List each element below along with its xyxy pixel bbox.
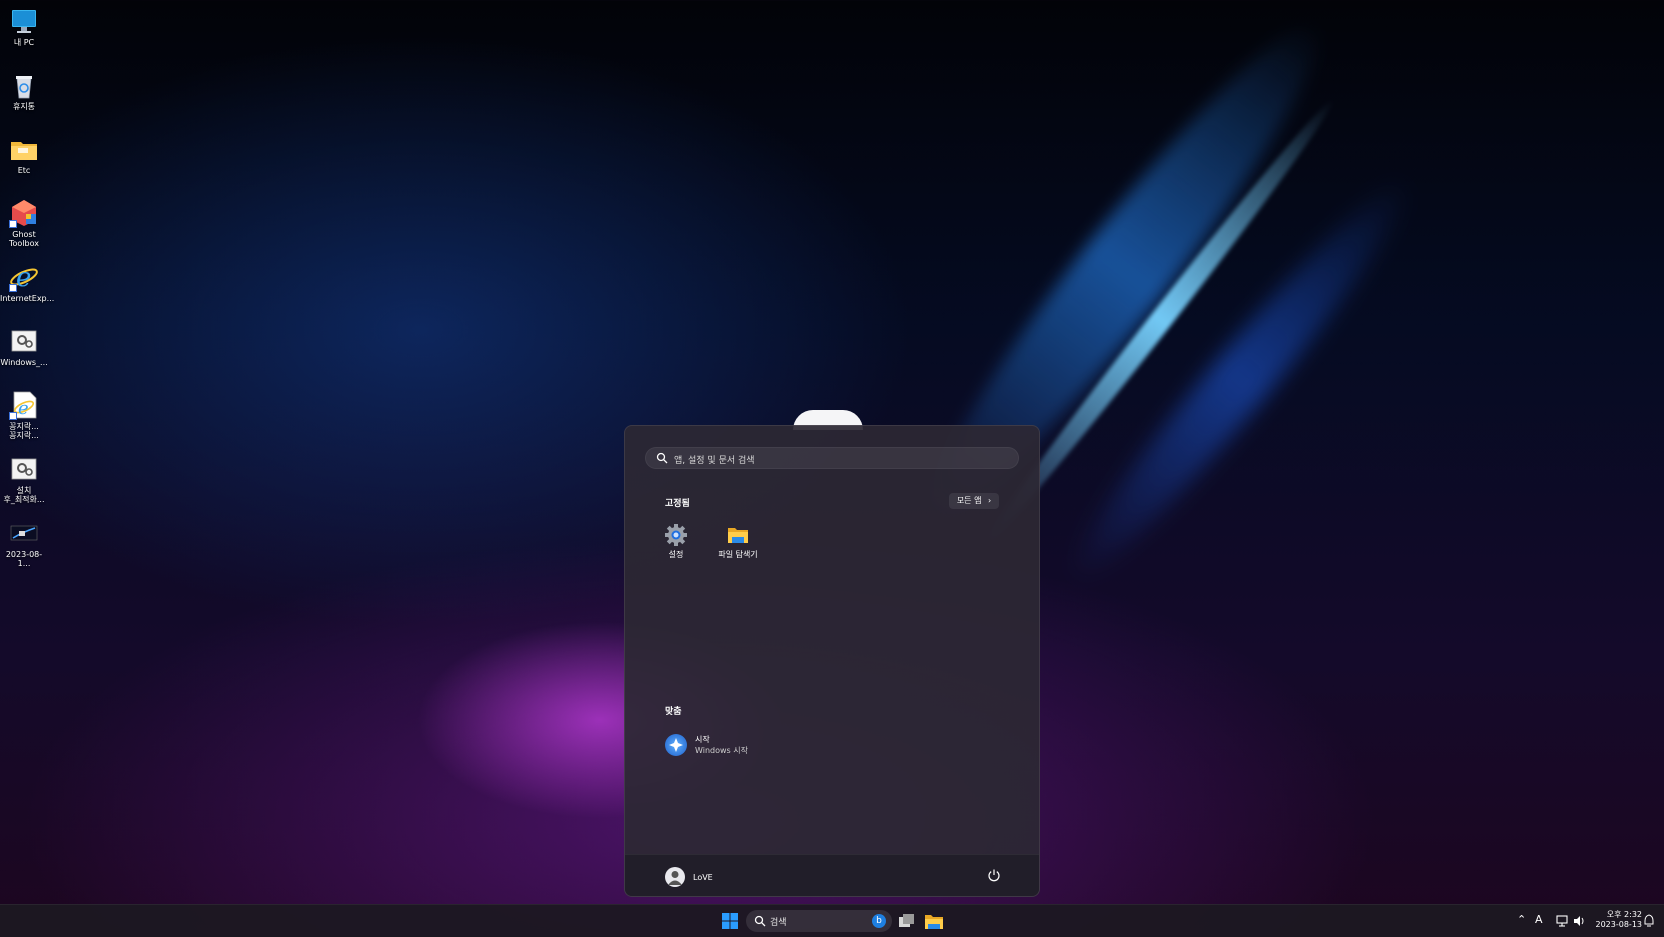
settings-script-icon	[9, 454, 39, 484]
ie-shortcut-icon: e	[9, 390, 39, 420]
search-icon	[656, 452, 668, 464]
desktop-icon-label: 내 PC	[13, 38, 35, 47]
taskbar-search-placeholder: 검색	[770, 918, 787, 928]
file-explorer-icon	[925, 915, 943, 929]
ghost-toolbox-icon	[9, 198, 39, 228]
folder-icon	[9, 134, 39, 164]
all-apps-button[interactable]: 모든 앱 ›	[949, 493, 999, 509]
desktop-icon-etc[interactable]: Etc	[0, 128, 48, 175]
desktop-icon-ie-shortcut[interactable]: e 꽁지락... 꽁지락...	[0, 384, 48, 440]
taskbar-search-box[interactable]: 검색 b	[746, 910, 892, 932]
taskbar-clock[interactable]: 오후 2:32 2023-08-13	[1590, 910, 1643, 930]
taskbar: 검색 b ⌃ A 오후 2:32 2023-08-13	[0, 904, 1664, 937]
desktop-icon-label: 2023-08-1...	[5, 550, 43, 568]
shortcut-arrow-icon	[9, 412, 17, 420]
monitor-icon	[9, 6, 39, 36]
recommended-item-get-started[interactable]: 시작 Windows 시작	[665, 732, 865, 756]
task-view-icon	[899, 914, 914, 927]
internet-explorer-icon: e	[9, 262, 39, 293]
wallpaper-light-streak	[1049, 161, 1431, 599]
start-search-placeholder: 앱, 설정 및 문서 검색	[674, 456, 755, 466]
pinned-app-label: 파일 탐색기	[718, 550, 758, 559]
start-menu: 앱, 설정 및 문서 검색 고정됨 모든 앱 › 설정 파일 탐색기 맞춤 시작…	[624, 425, 1040, 897]
volume-icon[interactable]	[1572, 914, 1586, 928]
svg-text:e: e	[18, 398, 29, 419]
pinned-app-file-explorer[interactable]: 파일 탐색기	[708, 524, 768, 560]
network-icon[interactable]	[1555, 914, 1569, 928]
power-icon[interactable]	[987, 868, 1001, 882]
pinned-app-settings[interactable]: 설정	[646, 524, 706, 560]
svg-text:e: e	[16, 263, 31, 292]
desktop-icon-optimize-script[interactable]: 설치 후_최적화...	[0, 448, 48, 504]
desktop-icon-label: Ghost Toolbox	[9, 230, 39, 248]
start-button[interactable]	[718, 910, 742, 932]
file-explorer-icon	[727, 524, 749, 546]
desktop-icon-internet-explorer[interactable]: e InternetExp...	[0, 256, 55, 303]
desktop-icon-label: Windows_...	[0, 358, 48, 367]
recommended-section-title: 맞춤	[665, 707, 682, 717]
task-view-button[interactable]	[896, 910, 916, 932]
pinned-app-label: 설정	[668, 550, 684, 559]
bing-icon: b	[872, 914, 886, 928]
desktop-icon-label: InternetExp...	[0, 294, 55, 303]
desktop-icon-label: 꽁지락... 꽁지락...	[9, 422, 39, 440]
desktop-icon-label: 설치 후_최적화...	[3, 486, 45, 504]
desktop-icon-label: 휴지통	[12, 102, 36, 111]
desktop-icon-windows-script[interactable]: Windows_...	[0, 320, 48, 367]
chevron-right-icon: ›	[987, 496, 992, 505]
notification-icon[interactable]	[1643, 914, 1655, 928]
desktop-icon-screenshot[interactable]: 2023-08-1...	[0, 512, 48, 568]
chevron-up-icon[interactable]: ⌃	[1517, 913, 1526, 926]
windows-logo-icon	[722, 913, 738, 929]
taskbar-file-explorer[interactable]	[924, 910, 944, 932]
get-started-icon	[665, 734, 687, 756]
shortcut-arrow-icon	[9, 284, 17, 292]
clock-date: 2023-08-13	[1595, 920, 1643, 929]
desktop-icon-my-pc[interactable]: 내 PC	[0, 0, 48, 47]
all-apps-label: 모든 앱	[956, 496, 982, 505]
settings-gear-icon	[665, 524, 687, 546]
input-language-indicator[interactable]: A	[1535, 913, 1543, 926]
desktop-icon-ghost-toolbox[interactable]: Ghost Toolbox	[0, 192, 48, 248]
recycle-bin-icon	[9, 70, 39, 100]
user-name: LoVE	[693, 873, 713, 882]
shortcut-arrow-icon	[9, 220, 17, 228]
avatar	[665, 867, 685, 887]
recommended-item-title: 시작	[695, 735, 710, 744]
settings-script-icon	[9, 326, 39, 356]
clock-time: 오후 2:32	[1606, 910, 1642, 919]
search-icon	[754, 915, 766, 927]
start-search-box[interactable]: 앱, 설정 및 문서 검색	[645, 447, 1019, 469]
start-menu-footer: LoVE	[625, 854, 1039, 896]
pinned-section-title: 고정됨	[665, 499, 690, 509]
image-file-icon	[9, 518, 39, 548]
desktop-icon-label: Etc	[17, 166, 31, 175]
recommended-item-subtitle: Windows 시작	[695, 746, 748, 755]
desktop-icon-recycle-bin[interactable]: 휴지통	[0, 64, 48, 111]
